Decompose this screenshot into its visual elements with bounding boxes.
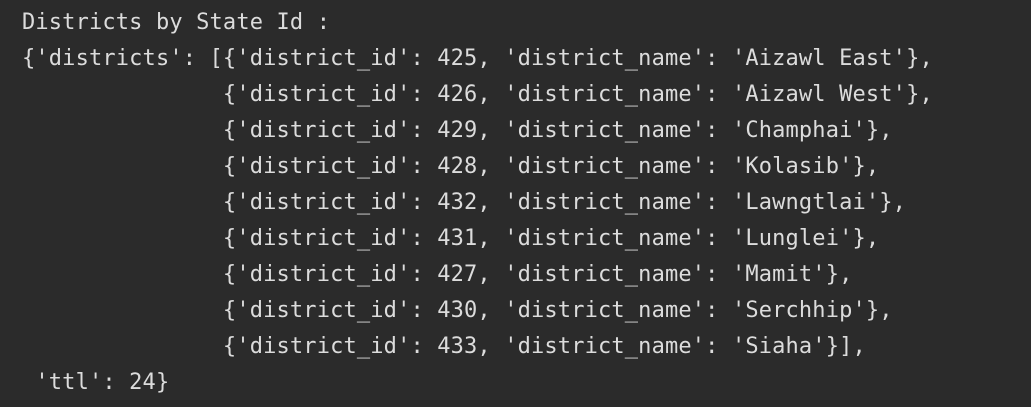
output-line: {'district_id': 431, 'district_name': 'L… [22,226,880,251]
output-line: 'ttl': 24} [22,370,170,395]
output-line: {'district_id': 426, 'district_name': 'A… [22,82,933,107]
output-line: {'district_id': 427, 'district_name': 'M… [22,262,853,287]
output-line: {'districts': [{'district_id': 425, 'dis… [22,46,933,71]
output-line: {'district_id': 433, 'district_name': 'S… [22,334,866,359]
output-line: {'district_id': 429, 'district_name': 'C… [22,118,893,143]
output-line: {'district_id': 430, 'district_name': 'S… [22,298,893,323]
console-output: Districts by State Id : {'districts': [{… [0,0,1031,407]
output-line: {'district_id': 428, 'district_name': 'K… [22,154,880,179]
output-line: {'district_id': 432, 'district_name': 'L… [22,190,907,215]
output-heading: Districts by State Id : [22,10,331,35]
